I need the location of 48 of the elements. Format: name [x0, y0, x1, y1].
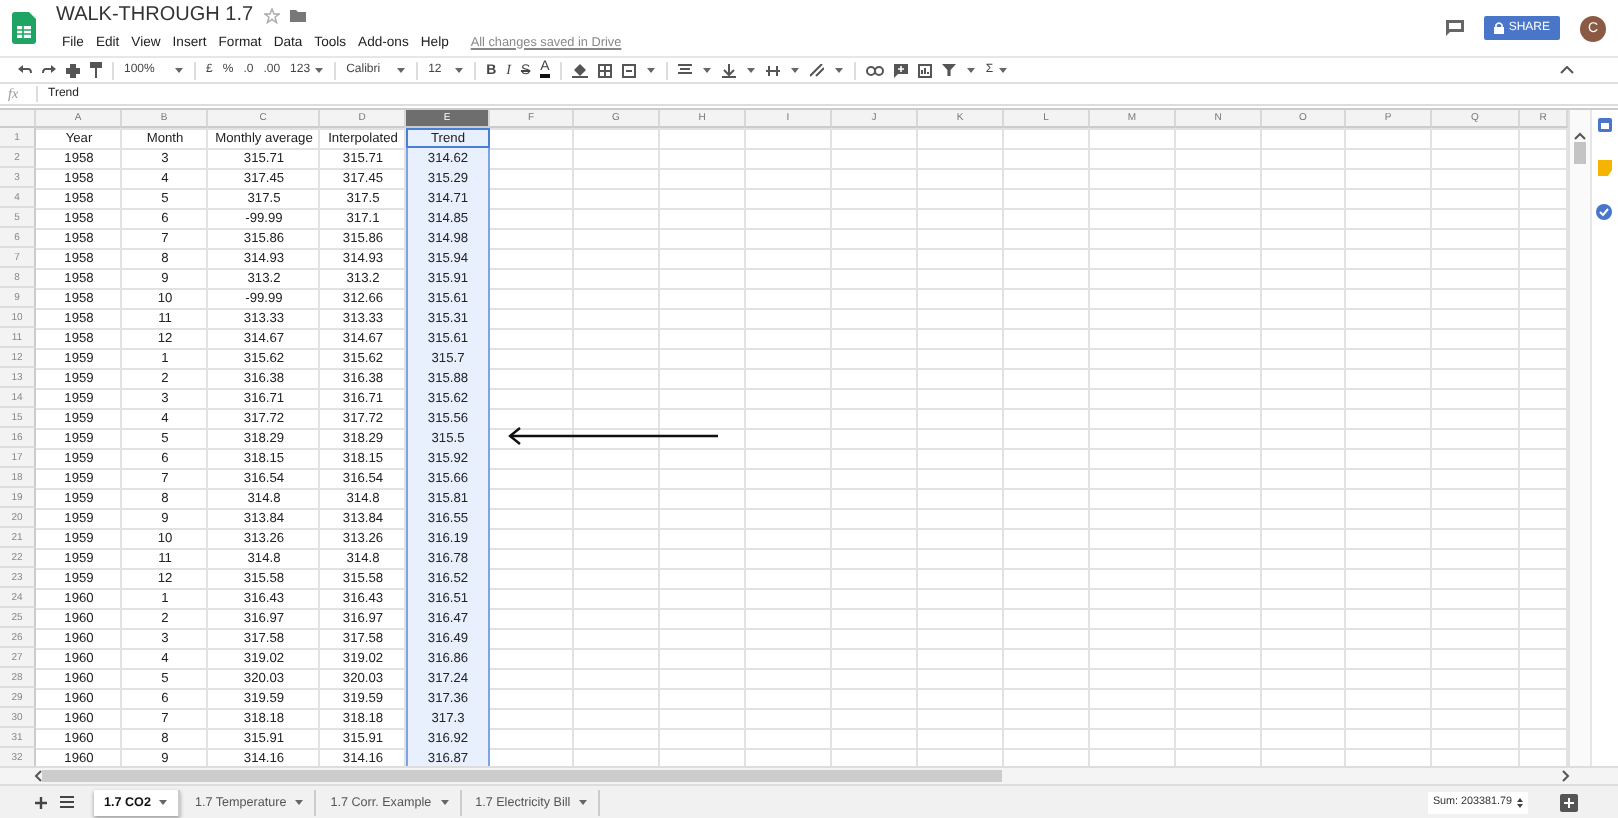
- vertical-scrollbar[interactable]: [1568, 110, 1590, 766]
- caret-icon[interactable]: [965, 66, 976, 74]
- text-wrap-icon[interactable]: [765, 63, 780, 77]
- star-icon[interactable]: [263, 7, 280, 23]
- filter-icon[interactable]: [941, 64, 956, 76]
- fill-color-icon[interactable]: [571, 62, 588, 78]
- caret-icon[interactable]: [174, 66, 184, 74]
- folder-icon[interactable]: [289, 8, 306, 22]
- add-sheet-icon[interactable]: [34, 795, 48, 809]
- merge-cells-icon[interactable]: [621, 63, 636, 77]
- scroll-right-icon[interactable]: [1562, 770, 1570, 782]
- caret-icon[interactable]: [789, 66, 800, 74]
- redo-icon[interactable]: [42, 64, 56, 76]
- caret-icon[interactable]: [314, 66, 325, 74]
- calendar-icon[interactable]: [1597, 118, 1612, 132]
- scroll-left-icon[interactable]: [34, 770, 42, 782]
- caret-icon[interactable]: [701, 66, 712, 74]
- caret-icon[interactable]: [578, 798, 589, 806]
- align-icon[interactable]: [677, 64, 692, 76]
- borders-icon[interactable]: [597, 63, 612, 77]
- caret-icon[interactable]: [745, 66, 756, 74]
- undo-icon[interactable]: [18, 64, 32, 76]
- caret-icon[interactable]: [997, 66, 1008, 74]
- text-rotate-icon[interactable]: [809, 63, 824, 77]
- paint-format-icon[interactable]: [90, 62, 102, 78]
- caret-icon[interactable]: [833, 66, 844, 74]
- collapse-icon[interactable]: [1560, 66, 1574, 74]
- scroll-up-icon[interactable]: [1573, 132, 1586, 140]
- all-sheets-icon[interactable]: [60, 796, 74, 808]
- insert-comment-icon[interactable]: [893, 63, 908, 77]
- spreadsheet-logo-icon[interactable]: [12, 12, 36, 44]
- caret-icon[interactable]: [439, 798, 450, 806]
- document-title[interactable]: WALK-THROUGH 1.7: [56, 4, 254, 26]
- horizontal-scrollbar-thumb[interactable]: [42, 770, 1002, 782]
- spinner-icon: [1516, 795, 1524, 809]
- caret-icon[interactable]: [294, 798, 305, 806]
- caret-icon[interactable]: [454, 66, 465, 74]
- vertical-align-icon[interactable]: [721, 63, 736, 77]
- caret-icon[interactable]: [158, 798, 169, 806]
- comment-icon[interactable]: [1446, 20, 1465, 36]
- explore-icon[interactable]: [1560, 793, 1578, 811]
- caret-icon[interactable]: [396, 66, 407, 74]
- check-circle-icon[interactable]: [1596, 204, 1613, 220]
- link-icon[interactable]: [865, 65, 884, 75]
- lock-icon: [1494, 22, 1505, 34]
- scrollbar-thumb[interactable]: [1573, 142, 1586, 164]
- insert-chart-icon[interactable]: [917, 63, 932, 77]
- caret-icon[interactable]: [645, 66, 656, 74]
